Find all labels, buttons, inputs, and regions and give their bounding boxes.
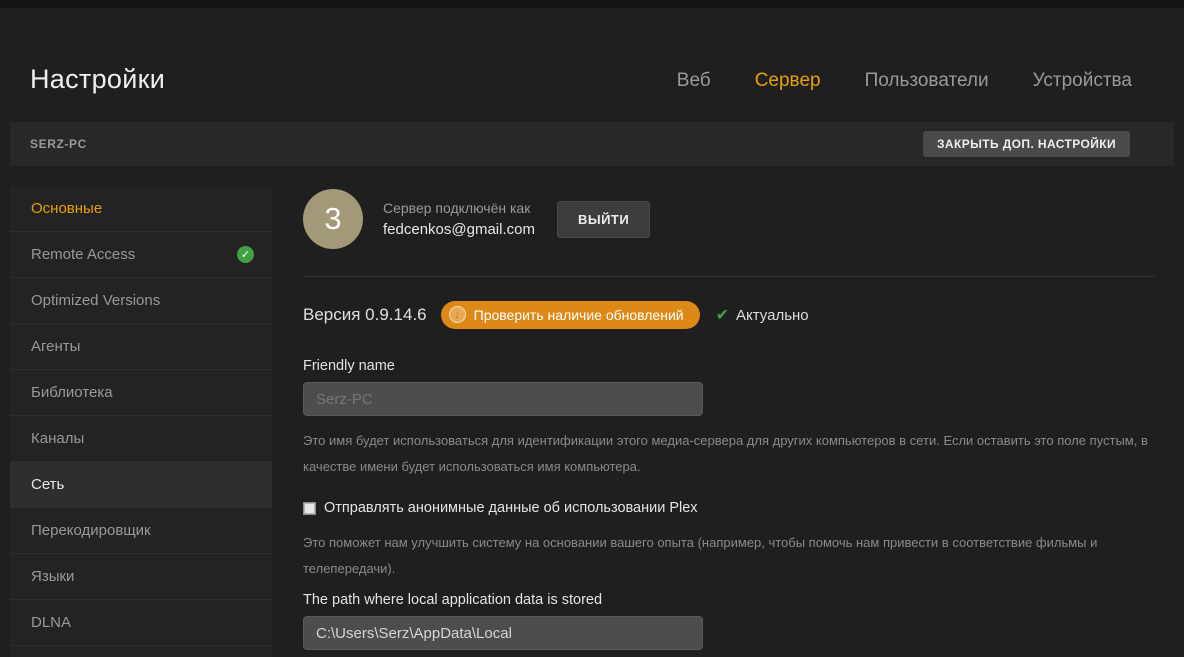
sidebar-item-label: Remote Access <box>31 246 135 263</box>
app-data-path-input[interactable] <box>303 616 703 650</box>
sidebar-item-label: Перекодировщик <box>31 522 151 539</box>
connected-as-label: Сервер подключён как <box>383 197 535 219</box>
sidebar-item-label: Optimized Versions <box>31 292 160 309</box>
update-status: ✔ Актуально <box>716 305 809 325</box>
tab-devices[interactable]: Устройства <box>1033 70 1132 92</box>
top-strip <box>0 0 1184 8</box>
sidebar-item-optimized-versions[interactable]: Optimized Versions <box>10 278 272 324</box>
sidebar-item-label: Сеть <box>31 476 64 493</box>
general-settings-panel: 3 Сервер подключён как fedcenkos@gmail.c… <box>303 186 1155 650</box>
anonymous-data-help: Это поможет нам улучшить систему на осно… <box>303 530 1155 582</box>
sidebar-item-languages[interactable]: Языки <box>10 554 272 600</box>
update-status-label: Актуально <box>736 307 809 324</box>
sidebar-item-network[interactable]: Сеть <box>10 462 272 508</box>
anonymous-data-checkbox[interactable] <box>303 502 316 515</box>
sidebar-item-label: Языки <box>31 568 74 585</box>
nav-tabs: Веб Сервер Пользователи Устройства <box>677 70 1132 92</box>
sidebar-item-transcoder[interactable]: Перекодировщик <box>10 508 272 554</box>
check-updates-button[interactable]: ↓ Проверить наличие обновлений <box>441 301 700 329</box>
account-info: Сервер подключён как fedcenkos@gmail.com <box>383 197 535 241</box>
app-data-path-label: The path where local application data is… <box>303 592 1155 608</box>
account-email: fedcenkos@gmail.com <box>383 219 535 241</box>
sidebar-item-label: Библиотека <box>31 384 113 401</box>
page-title: Настройки <box>30 64 165 95</box>
sidebar-item-label: Каналы <box>31 430 84 447</box>
anonymous-data-label: Отправлять анонимные данные об использов… <box>324 500 698 516</box>
sidebar-item-label: Агенты <box>31 338 80 355</box>
sidebar-item-label: Основные <box>31 200 102 217</box>
friendly-name-help: Это имя будет использоваться для идентиф… <box>303 428 1155 480</box>
tab-users[interactable]: Пользователи <box>865 70 989 92</box>
sign-out-button[interactable]: ВЫЙТИ <box>557 201 650 238</box>
sidebar-item-library[interactable]: Библиотека <box>10 370 272 416</box>
sidebar-item-remote-access[interactable]: Remote Access ✓ <box>10 232 272 278</box>
avatar: 3 <box>303 189 363 249</box>
sidebar-item-agents[interactable]: Агенты <box>10 324 272 370</box>
anonymous-data-row[interactable]: Отправлять анонимные данные об использов… <box>303 500 1155 516</box>
account-row: 3 Сервер подключён как fedcenkos@gmail.c… <box>303 188 1155 250</box>
sidebar-item-dlna[interactable]: DLNA <box>10 600 272 646</box>
friendly-name-label: Friendly name <box>303 358 1155 374</box>
section-divider <box>303 276 1155 277</box>
sidebar-item-general[interactable]: Основные <box>10 186 272 232</box>
tab-web[interactable]: Веб <box>677 70 711 92</box>
header: Настройки Веб Сервер Пользователи Устрой… <box>0 8 1184 118</box>
close-advanced-settings-button[interactable]: ЗАКРЫТЬ ДОП. НАСТРОЙКИ <box>923 131 1130 157</box>
tab-server[interactable]: Сервер <box>755 70 821 92</box>
remote-access-ok-icon: ✓ <box>237 246 254 263</box>
friendly-name-input[interactable] <box>303 382 703 416</box>
check-icon: ✔ <box>716 305 729 325</box>
version-row: Версия 0.9.14.6 ↓ Проверить наличие обно… <box>303 301 1155 329</box>
server-name: SERZ-PC <box>30 137 87 151</box>
download-circle-icon: ↓ <box>449 306 466 323</box>
sidebar-item-channels[interactable]: Каналы <box>10 416 272 462</box>
settings-sidebar: Основные Remote Access ✓ Optimized Versi… <box>10 186 272 657</box>
sidebar-item-label: DLNA <box>31 614 71 631</box>
server-bar: SERZ-PC ЗАКРЫТЬ ДОП. НАСТРОЙКИ <box>10 122 1174 166</box>
version-label: Версия 0.9.14.6 <box>303 305 427 325</box>
check-updates-label: Проверить наличие обновлений <box>474 307 684 323</box>
